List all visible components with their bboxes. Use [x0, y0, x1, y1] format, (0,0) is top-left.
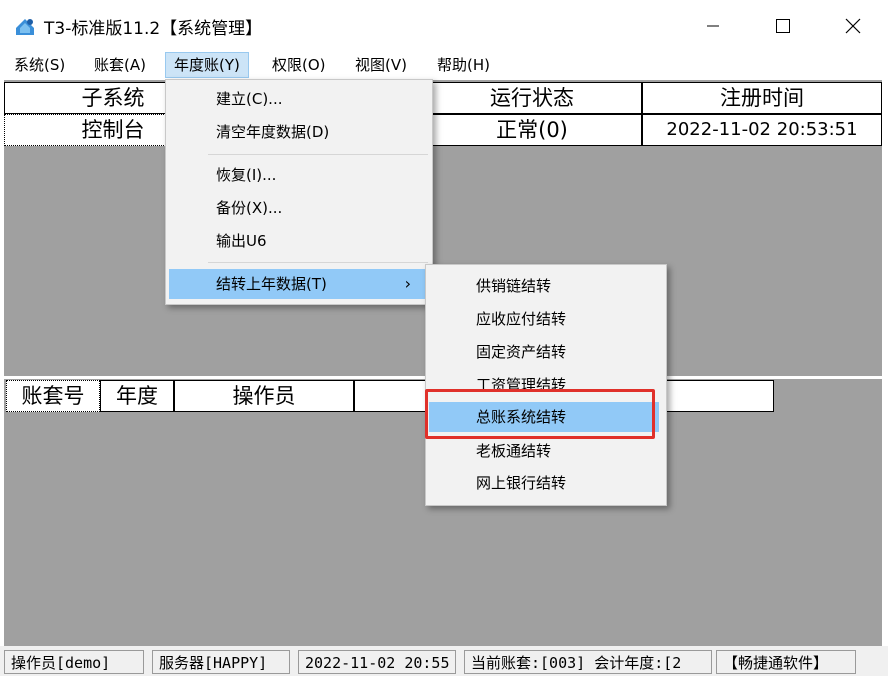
title-bar: T3-标准版11.2【系统管理】 — [0, 0, 888, 52]
status-company: 【畅捷通软件】 — [716, 650, 856, 674]
column-header-year[interactable]: 年度 — [100, 380, 174, 412]
menu-item-clear-year-data[interactable]: 清空年度数据(D) — [166, 117, 329, 147]
submenu-item-boss[interactable]: 老板通结转 — [426, 436, 551, 466]
status-operator: 操作员[demo] — [4, 650, 144, 674]
status-current-account: 当前账套:[003] 会计年度:[2 — [464, 650, 712, 674]
submenu-item-fixed-assets[interactable]: 固定资产结转 — [426, 337, 566, 367]
window-title: T3-标准版11.2【系统管理】 — [44, 19, 263, 39]
submenu-item-supply-chain[interactable]: 供销链结转 — [426, 271, 551, 301]
menu-year-account[interactable]: 年度账(Y) — [165, 52, 249, 78]
menu-system[interactable]: 系统(S) — [6, 52, 73, 78]
table-cell-register-time[interactable]: 2022-11-02 20:53:51 — [642, 114, 882, 146]
status-server: 服务器[HAPPY] — [152, 650, 290, 674]
column-header-operator[interactable]: 操作员 — [174, 380, 354, 412]
close-icon — [845, 18, 861, 34]
close-button[interactable] — [818, 0, 888, 52]
menu-view[interactable]: 视图(V) — [347, 52, 415, 78]
menu-item-export-u6[interactable]: 输出U6 — [166, 226, 267, 256]
menu-separator — [208, 154, 428, 155]
menu-bar: 系统(S) 账套(A) 年度账(Y) 权限(O) 视图(V) 帮助(H) — [0, 52, 888, 80]
column-header-account-no[interactable]: 账套号 — [6, 380, 100, 412]
menu-item-create[interactable]: 建立(C)... — [166, 84, 282, 114]
carry-forward-submenu: 供销链结转 应收应付结转 固定资产结转 工资管理结转 总账系统结转 老板通结转 … — [425, 264, 667, 506]
annotation-highlight-box — [425, 389, 655, 439]
menu-item-restore[interactable]: 恢复(I)... — [166, 160, 276, 190]
menu-permission[interactable]: 权限(O) — [264, 52, 334, 78]
menu-item-carry-forward[interactable]: 结转上年数据(T) › — [169, 269, 427, 299]
submenu-item-online-bank[interactable]: 网上银行结转 — [426, 468, 566, 498]
maximize-icon — [776, 19, 790, 33]
status-bar: 操作员[demo] 服务器[HAPPY] 2022-11-02 20:55 当前… — [0, 646, 888, 676]
submenu-arrow-icon: › — [404, 274, 411, 293]
minimize-button[interactable] — [678, 0, 748, 52]
menu-account[interactable]: 账套(A) — [86, 52, 154, 78]
menu-help[interactable]: 帮助(H) — [429, 52, 498, 78]
minimize-icon — [707, 25, 719, 27]
maximize-button[interactable] — [748, 0, 818, 52]
column-header-register-time[interactable]: 注册时间 — [642, 82, 882, 114]
submenu-item-receivable-payable[interactable]: 应收应付结转 — [426, 304, 566, 334]
menu-separator — [208, 262, 428, 263]
year-account-menu: 建立(C)... 清空年度数据(D) 恢复(I)... 备份(X)... 输出U… — [165, 79, 433, 305]
status-datetime: 2022-11-02 20:55 — [298, 650, 456, 674]
app-logo-icon — [16, 19, 34, 35]
menu-item-carry-forward-label: 结转上年数据(T) — [216, 275, 327, 293]
menu-item-backup[interactable]: 备份(X)... — [166, 193, 282, 223]
